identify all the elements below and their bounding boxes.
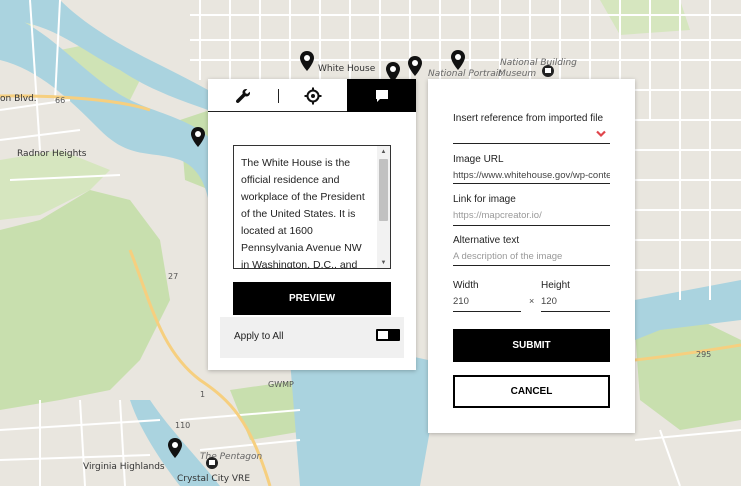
- map-label-virginia-highlands: Virginia Highlands: [83, 462, 165, 472]
- link-input[interactable]: https://mapcreator.io/: [453, 210, 610, 221]
- link-label: Link for image: [453, 194, 516, 205]
- apply-to-all-toggle[interactable]: [376, 329, 400, 341]
- description-textarea[interactable]: The White House is the official residenc…: [233, 145, 391, 269]
- width-label: Width: [453, 280, 479, 291]
- toggle-knob: [388, 331, 398, 339]
- map-pin-icon[interactable]: [300, 51, 314, 71]
- map-pin-icon[interactable]: [451, 50, 465, 70]
- description-text: The White House is the official residenc…: [241, 157, 365, 269]
- map-label-route-1: 1: [200, 390, 206, 399]
- tab-tools[interactable]: [208, 79, 278, 112]
- image-url-input[interactable]: https://www.whitehouse.gov/wp-conte: [453, 170, 610, 181]
- wrench-icon: [235, 88, 250, 103]
- map-label-route-110: 110: [175, 421, 191, 430]
- width-underline: [453, 311, 521, 312]
- submit-button[interactable]: SUBMIT: [453, 329, 610, 362]
- map-label-gwmp: GWMP: [268, 380, 294, 389]
- insert-reference-label: Insert reference from imported file: [453, 113, 604, 124]
- map-pin-icon[interactable]: [168, 438, 182, 458]
- scroll-down-arrow-icon[interactable]: ▼: [377, 257, 390, 268]
- metro-station-icon: [206, 457, 218, 469]
- insert-reference-select[interactable]: [453, 143, 610, 144]
- textarea-scrollbar[interactable]: ▲ ▼: [377, 146, 390, 268]
- cancel-button[interactable]: CANCEL: [453, 375, 610, 408]
- map-label-route-295: 295: [696, 350, 712, 359]
- apply-to-all-row: Apply to All: [220, 317, 404, 358]
- panel-tabbar: [208, 79, 416, 112]
- height-input[interactable]: 120: [541, 296, 610, 307]
- link-underline: [453, 225, 610, 226]
- map-pin-icon[interactable]: [408, 56, 422, 76]
- scroll-thumb[interactable]: [379, 159, 388, 221]
- crosshair-icon: [304, 87, 321, 104]
- map-label-route-27: 27: [168, 272, 179, 281]
- map-label-route-66: 66: [55, 96, 66, 105]
- tab-position[interactable]: [278, 79, 347, 112]
- map-label-national-portrait: National Portrait: [428, 69, 502, 79]
- map-label-radnor-heights: Radnor Heights: [17, 149, 87, 159]
- map-label-museum: Museum: [498, 69, 537, 79]
- scroll-up-arrow-icon[interactable]: ▲: [377, 146, 390, 157]
- apply-to-all-label: Apply to All: [234, 331, 284, 342]
- popup-editor-panel: The White House is the official residenc…: [208, 79, 416, 370]
- map-label-white-house: White House: [318, 64, 376, 74]
- image-insert-panel: Insert reference from imported file Imag…: [428, 79, 635, 433]
- alt-text-label: Alternative text: [453, 235, 520, 246]
- height-underline: [541, 311, 610, 312]
- image-url-underline: [453, 183, 610, 184]
- map-pin-icon[interactable]: [191, 127, 205, 147]
- comment-icon: [375, 89, 388, 102]
- map-label-national-building: National Building: [500, 58, 577, 68]
- map-label-crystal-city-vre: Crystal City VRE: [177, 474, 251, 484]
- alt-text-underline: [453, 265, 610, 266]
- chevron-down-icon[interactable]: [596, 130, 606, 138]
- image-url-label: Image URL: [453, 154, 504, 165]
- alt-text-input[interactable]: A description of the image: [453, 251, 610, 262]
- metro-station-icon: [542, 65, 554, 77]
- preview-button[interactable]: PREVIEW: [233, 282, 391, 315]
- map-label-blvd: on Blvd.: [0, 94, 37, 104]
- times-sign: ×: [529, 296, 535, 306]
- width-input[interactable]: 210: [453, 296, 521, 307]
- tab-popup-content[interactable]: [347, 79, 416, 112]
- height-label: Height: [541, 280, 570, 291]
